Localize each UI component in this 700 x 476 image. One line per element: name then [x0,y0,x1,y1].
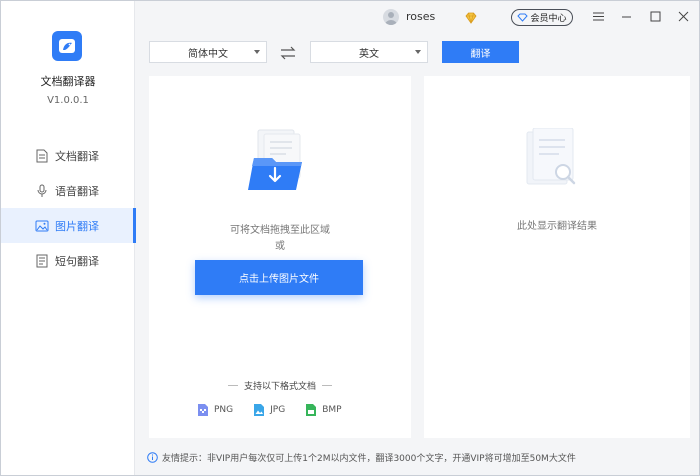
app-logo-icon [52,31,82,61]
sidebar-item-label: 图片翻译 [55,219,99,233]
vip-diamond-icon[interactable] [464,10,478,24]
supported-formats-label: 支持以下格式文档 [243,382,316,392]
upload-drop-zone[interactable]: 可将文档拖拽至此区域 或 点击上传图片文件 支持以下格式文档 PNG JPG B… [149,76,411,438]
sidebar-item-phrase-translate[interactable]: 短句翻译 [1,243,135,278]
target-language-select[interactable]: 英文 [310,41,428,63]
info-icon [147,452,158,463]
minimize-icon[interactable] [619,9,633,23]
upload-folder-icon [244,128,310,194]
vip-center-button[interactable]: 会员中心 [511,9,573,26]
sidebar-item-label: 语音翻译 [55,184,99,198]
format-jpg: JPG [253,403,285,417]
sidebar-item-document-translate[interactable]: 文档翻译 [1,138,135,173]
avatar[interactable] [383,9,399,25]
chevron-down-icon [415,50,421,54]
drop-hint-text: 可将文档拖拽至此区域 [230,225,330,236]
image-icon [35,219,49,233]
png-file-icon [198,404,208,416]
sidebar-item-image-translate[interactable]: 图片翻译 [1,208,136,243]
format-label: BMP [322,405,342,415]
app-name: 文档翻译器 [40,75,96,88]
upload-image-button[interactable]: 点击上传图片文件 [195,260,363,295]
title-bar: roses 会员中心 [136,1,699,33]
chevron-down-icon [254,50,260,54]
menu-icon[interactable] [591,9,605,23]
result-document-search-icon [525,127,581,194]
result-placeholder-text: 此处显示翻译结果 [517,221,597,232]
format-label: PNG [214,405,234,415]
close-icon[interactable] [676,9,690,23]
supported-formats-title: 支持以下格式文档 [149,379,411,392]
sidebar-item-label: 文档翻译 [55,149,99,163]
translate-button[interactable]: 翻译 [442,41,519,63]
bmp-file-icon [306,404,317,416]
result-panel: 此处显示翻译结果 [424,76,690,438]
sidebar-item-label: 短句翻译 [55,254,99,268]
footer-tip-text: 友情提示：非VIP用户每次仅可上传1个2M以内文件，翻译3000个文字，开通VI… [162,454,576,464]
maximize-icon[interactable] [648,9,662,23]
or-text: 或 [275,241,285,252]
format-bmp: BMP [305,403,342,417]
sidebar: 文档翻译器 V1.0.0.1 文档翻译 语音翻译 图片翻译 短句翻译 [1,1,136,475]
phrase-icon [35,254,49,268]
sidebar-item-voice-translate[interactable]: 语音翻译 [1,173,135,208]
target-language-value: 英文 [359,48,379,60]
divider [322,385,332,386]
format-label: JPG [270,405,286,415]
document-icon [35,149,49,163]
jpg-file-icon [254,404,265,416]
source-language-select[interactable]: 简体中文 [149,41,267,63]
swap-languages-icon[interactable] [280,45,296,60]
supported-formats-list: PNG JPG BMP [197,403,362,417]
footer-tip: 友情提示：非VIP用户每次仅可上传1个2M以内文件，翻译3000个文字，开通VI… [147,451,576,464]
vip-diamond-small-icon [517,13,529,22]
vip-center-label: 会员中心 [530,14,567,24]
divider [227,385,238,386]
app-version: V1.0.0.1 [47,95,89,106]
sidebar-nav: 文档翻译 语音翻译 图片翻译 短句翻译 [1,138,136,278]
app-window: 文档翻译器 V1.0.0.1 文档翻译 语音翻译 图片翻译 短句翻译 roses… [0,0,700,476]
username[interactable]: roses [406,10,435,23]
microphone-icon [35,184,49,198]
source-language-value: 简体中文 [188,48,228,60]
format-png: PNG [197,403,233,417]
